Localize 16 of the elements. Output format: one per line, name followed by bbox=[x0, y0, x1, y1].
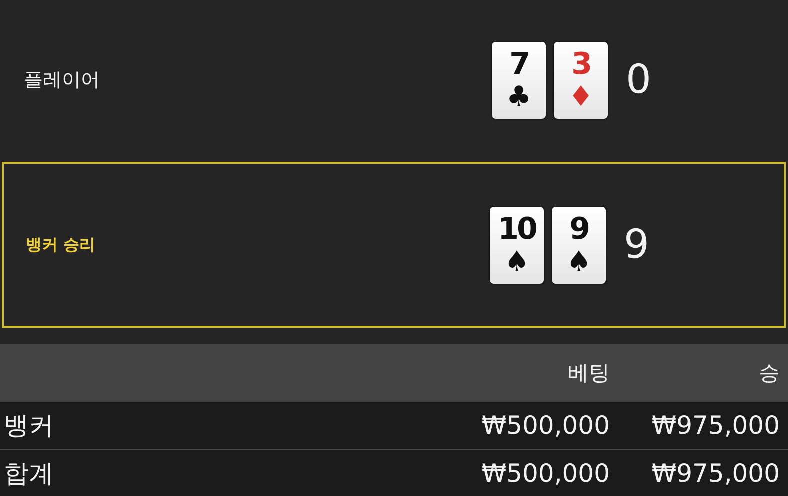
row-label: 합계 bbox=[4, 458, 55, 490]
win-amount: ₩975,000 bbox=[650, 459, 780, 488]
hand-label: 플레이어 bbox=[23, 68, 101, 93]
hand-score: 9 bbox=[624, 222, 650, 268]
hand-score: 0 bbox=[626, 57, 652, 103]
playing-card: 10 ♠ bbox=[490, 206, 544, 284]
bet-amount: ₩500,000 bbox=[480, 411, 610, 440]
playing-card: 7 ♣ bbox=[492, 42, 546, 118]
playing-card: 9 ♠ bbox=[552, 206, 606, 284]
bet-amount: ₩500,000 bbox=[480, 459, 610, 488]
column-header: 승 bbox=[758, 360, 780, 387]
row-label: 뱅커 bbox=[4, 410, 55, 442]
playing-card: 3 ♦ bbox=[554, 42, 608, 118]
win-amount: ₩975,000 bbox=[650, 411, 780, 440]
hand-label: 뱅커 승리 bbox=[25, 234, 97, 256]
column-header: 베팅 bbox=[567, 360, 610, 387]
